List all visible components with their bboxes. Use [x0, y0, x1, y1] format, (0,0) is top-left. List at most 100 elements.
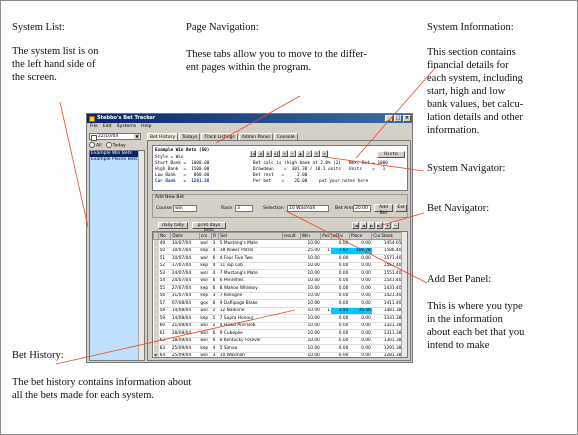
table-cell: 0.00 [331, 284, 350, 293]
system-list-item[interactable]: Example Places Bets [90, 157, 144, 163]
add-icon[interactable]: + [384, 222, 391, 229]
table-row[interactable]: 52 17/07/04 kep 4 11 Top Lob 10.00 0.00 0.00 156… [153, 262, 403, 270]
table-row[interactable]: 49 10/07/04 wol 3 5 Mustang's Mate 10.00 0.00 0… [153, 239, 403, 248]
close-icon[interactable]: × [403, 115, 411, 122]
table-row[interactable]: 60 21/08/04 wol 2 4 Haiku And Bob 10.00 0.00 0.… [153, 322, 403, 330]
table-cell: 64 [158, 352, 171, 357]
delete-icon[interactable]: − [392, 222, 399, 229]
tab-todays[interactable]: Todays [179, 133, 201, 140]
radio-today[interactable]: Today [105, 142, 126, 149]
add-bet-button[interactable]: Add Bet [374, 204, 393, 216]
delete-icon[interactable]: − [289, 150, 296, 157]
course-field[interactable]: wol [173, 205, 197, 212]
bet-history-grid[interactable]: No Date crs R Sel result Win Pos wDiv Pl… [152, 231, 408, 358]
table-cell: wol [199, 239, 212, 248]
table-cell [282, 344, 301, 353]
table-cell: 0.00 [349, 239, 372, 248]
table-row[interactable]: 63 25/09/04 kep 4 5 Simao 10.00 0.00 0.00 1291.3… [153, 344, 403, 353]
column-header[interactable]: Sel [218, 232, 283, 240]
refresh-icon[interactable]: ↻ [321, 150, 328, 157]
edit-icon[interactable]: ▲ [297, 150, 304, 157]
table-row[interactable]: 53 24/07/04 wol 4 7 Mustang's Mate 10.00 0.00 0… [153, 269, 403, 278]
table-cell: 8 Wahoo Whiskey [218, 284, 283, 293]
daily-tally-button[interactable]: daily tally [158, 222, 188, 229]
table-row[interactable]: 57 07/08/04 gos 6 9 Daflipage Blake 10.00 0.00… [153, 299, 403, 308]
menu-edit[interactable]: Edit [103, 123, 112, 131]
page-tabs: Bet History Todays Track Listings Admin … [147, 133, 411, 140]
table-row[interactable]: 55 27/07/04 kep 6 8 Wahoo Whiskey 10.00 0.00 0.… [153, 284, 403, 293]
menu-help[interactable]: Help [141, 123, 151, 131]
table-row[interactable]: 61 28/08/04 wol 6 9 Cubeplie 10.00 0.00 0.00 131… [153, 329, 403, 338]
bet-calc: Bet calc is (high bank at 2.0% (2) [253, 161, 341, 166]
annotation-system-list-text: The system list is on the left hand side… [12, 46, 99, 83]
system-list-scrollbar[interactable] [138, 151, 144, 360]
table-cell: gos [199, 299, 212, 308]
table-cell [320, 254, 331, 263]
column-header[interactable]: Win [299, 232, 322, 240]
minimize-icon[interactable]: _ [385, 115, 393, 122]
column-header[interactable]: Pos [320, 232, 332, 240]
column-header[interactable]: result [281, 232, 301, 240]
column-header[interactable]: Date [170, 232, 200, 240]
maximize-icon[interactable]: □ [394, 115, 402, 122]
table-cell: 10.00 [300, 337, 321, 345]
tab-console[interactable]: Console [273, 133, 298, 140]
table-row[interactable]: 54 24/07/04 wol 6 6 Penrefles 10.00 0.00 0.00 15… [153, 277, 403, 285]
column-header[interactable]: crs [198, 232, 213, 240]
date-checkbox[interactable] [91, 135, 97, 141]
print-days-bets-button[interactable]: print days bets [192, 222, 226, 233]
first-icon[interactable]: |◄ [352, 222, 359, 229]
prev-icon[interactable]: ◄ [257, 150, 264, 157]
date-dropdown[interactable]: 22/10/04 ▼ [89, 133, 141, 141]
table-cell: 6 [211, 299, 219, 308]
table-row[interactable]: 51 10/07/04 wol 6 4 Four Five Two 10.00 0.00 0.… [153, 254, 403, 263]
first-icon[interactable]: |◄ [249, 150, 256, 157]
table-row[interactable]: 62 18/09/04 wol 6 8 Kentucky Forever 10.00 0.0… [153, 337, 403, 345]
annotation-add-bet-panel-title: Add Bet Panel: [427, 274, 492, 285]
system-list[interactable]: Example Win Bets Example Places Bets [89, 150, 145, 361]
selection-field[interactable]: 10 Wasmah [287, 205, 329, 212]
table-cell: 0.00 [349, 284, 372, 293]
menu-systems[interactable]: Systems [117, 123, 137, 131]
table-row[interactable]: 59 14/08/04 kep 5 7 Supra Honour 10.00 0.00 0.0… [153, 314, 403, 323]
column-header[interactable]: No [158, 232, 172, 240]
tab-bet-history[interactable]: Bet History [147, 133, 179, 140]
annotation-page-navigation-text: These tabs allow you to move to the diff… [186, 49, 367, 73]
table-cell [282, 337, 301, 345]
column-header[interactable]: Place [348, 232, 373, 240]
column-header[interactable]: R [211, 232, 220, 240]
table-cell: 24/07/04 [170, 269, 200, 278]
cancel-icon[interactable]: × [313, 150, 320, 157]
last-icon[interactable]: ►| [376, 222, 383, 229]
table-cell: 11 Top Lob [218, 262, 283, 270]
table-cell: 166.78 [349, 247, 372, 255]
history-button[interactable]: Histo [377, 151, 405, 158]
radio-all[interactable]: All [89, 142, 102, 149]
table-cell: 3 [211, 292, 219, 300]
column-header[interactable]: Cur Bank [371, 232, 403, 240]
last-icon[interactable]: ►| [273, 150, 280, 157]
menu-file[interactable]: File [90, 123, 98, 131]
tab-admin-panel[interactable]: Admin Panel [238, 133, 273, 140]
add-icon[interactable]: + [281, 150, 288, 157]
column-header[interactable]: wDiv [330, 232, 350, 240]
save-icon[interactable]: ✓ [305, 150, 312, 157]
amount-field[interactable]: 20.00 [353, 205, 371, 212]
next-icon[interactable]: ► [368, 222, 375, 229]
prev-icon[interactable]: ◄ [360, 222, 367, 229]
annotation-bet-history-title: Bet History: [12, 350, 64, 361]
table-cell: 14/08/04 [170, 314, 200, 323]
grid-scrollbar[interactable] [401, 232, 407, 357]
table-row[interactable]: 58 14/08/04 wol 2 12 Nadinne 10.00 1 3.55 35.50 1… [153, 307, 403, 315]
next-icon[interactable]: ► [265, 150, 272, 157]
chevron-down-icon[interactable]: ▼ [134, 134, 140, 139]
race-field[interactable]: 3 [235, 205, 253, 212]
table-cell: 1311.38 [371, 329, 403, 338]
ext-button[interactable]: Ext [395, 204, 407, 212]
table-row[interactable]: 50 10/07/04 kep 4 18 Power Patrol 25.00 1 7.67 1… [153, 247, 403, 255]
table-cell: 3 [211, 239, 219, 248]
tab-track-listings[interactable]: Track Listings [201, 133, 238, 140]
table-row[interactable]: ► 64 25/09/04 wol 3 10 Wasmah 10.00 0.00 0.00 128… [153, 352, 403, 357]
table-row[interactable]: 56 31/07/04 kep 3 7 Kellogne 10.00 0.00 0.00 142… [153, 292, 403, 300]
table-cell: 2 [211, 307, 219, 315]
